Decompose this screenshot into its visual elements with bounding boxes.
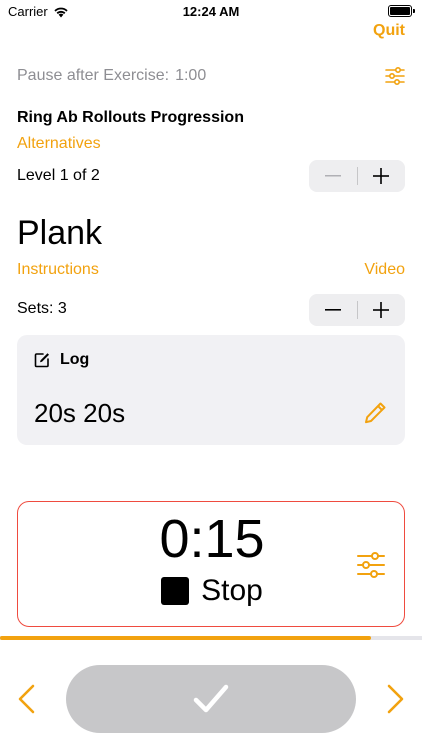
timer-value: 0:15 (159, 509, 265, 569)
sets-increment-button[interactable] (358, 294, 406, 326)
level-decrement-button[interactable] (309, 160, 357, 192)
video-link[interactable]: Video (364, 261, 405, 279)
level-increment-button[interactable] (358, 160, 406, 192)
plus-icon (373, 168, 390, 184)
timer-card: 0:15 Stop (17, 501, 405, 627)
alternatives-link[interactable]: Alternatives (17, 135, 101, 153)
timer-settings-icon[interactable] (356, 550, 386, 580)
battery-icon (388, 5, 415, 17)
quit-button[interactable]: Quit (373, 22, 405, 40)
stop-label: Stop (201, 574, 263, 607)
pause-label: Pause after Exercise: (17, 67, 170, 84)
exercise-name: Plank (17, 214, 103, 252)
status-bar: Carrier 12:24 AM (0, 0, 422, 24)
sets-stepper (309, 294, 405, 326)
plus-icon (373, 302, 390, 318)
checkmark-icon (193, 684, 229, 713)
settings-sliders-icon[interactable] (385, 66, 405, 86)
sets-label: Sets: 3 (17, 300, 67, 317)
level-stepper (309, 160, 405, 192)
progress-track (0, 636, 422, 640)
instructions-link[interactable]: Instructions (17, 261, 99, 279)
log-header: Log (34, 351, 89, 369)
complete-set-button[interactable] (66, 665, 356, 733)
progress-fill (0, 636, 372, 640)
stop-button[interactable]: Stop (18, 574, 406, 608)
minus-icon (324, 175, 341, 177)
log-value[interactable]: 20s 20s (34, 398, 125, 429)
status-time: 12:24 AM (182, 4, 240, 19)
log-card: Log 20s 20s (17, 335, 405, 445)
log-title: Log (60, 351, 90, 368)
edit-square-icon (34, 353, 49, 368)
chevron-right-icon[interactable] (383, 683, 407, 715)
progression-title: Ring Ab Rollouts Progression (17, 109, 244, 126)
pencil-icon[interactable] (363, 401, 387, 425)
stop-icon (161, 577, 190, 605)
sets-decrement-button[interactable] (309, 294, 357, 326)
minus-icon (324, 309, 341, 311)
pause-row: Pause after Exercise: 1:00 (17, 67, 206, 85)
pause-value: 1:00 (175, 67, 207, 84)
chevron-left-icon[interactable] (15, 683, 39, 715)
level-label: Level 1 of 2 (17, 167, 100, 184)
